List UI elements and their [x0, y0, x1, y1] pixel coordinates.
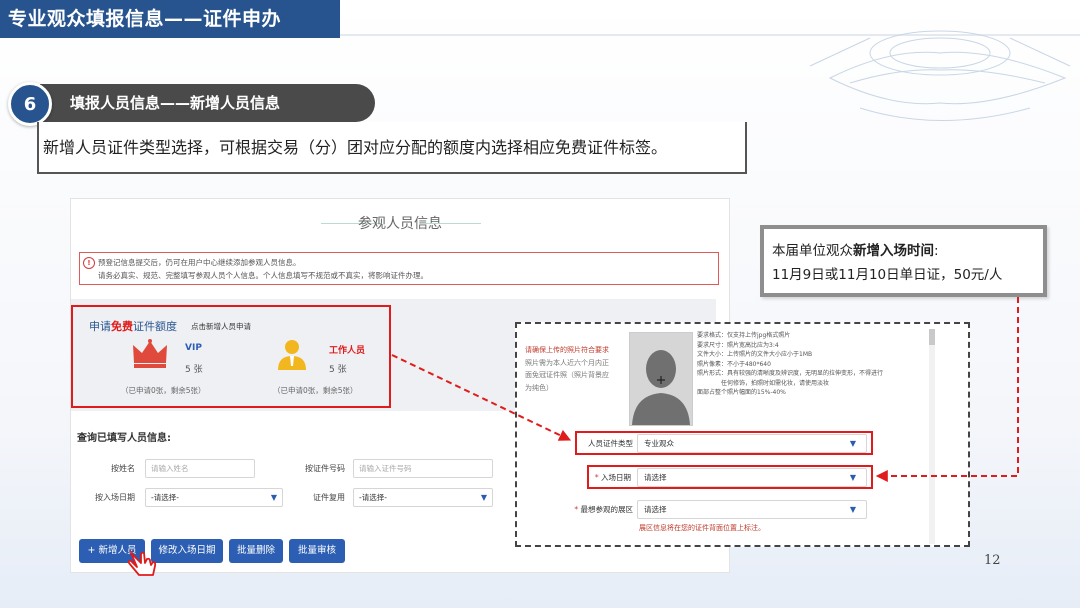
required-mark: *: [574, 505, 579, 514]
free-quota-box: 申请免费证件额度 点击新增人员申请 VIP 5 张 （已申请0张，剩余5张） 工…: [71, 305, 391, 408]
name-filter-input[interactable]: 请输入姓名: [145, 459, 255, 478]
caret-down-icon: ▼: [849, 473, 856, 482]
hand-pointer-icon: [127, 551, 157, 576]
area-select[interactable]: 请选择 ▼: [637, 500, 867, 519]
bulk-review-button[interactable]: 批量审核: [289, 539, 345, 563]
photo-requirements: 要求格式：仅支持上传jpg格式照片 要求尺寸：照片宽高比应为3:4 文件大小：上…: [697, 331, 937, 398]
notice-box: ! 预登记信息提交后，仍可在用户中心继续添加参观人员信息。 请务必真实、规范、完…: [79, 252, 719, 285]
step-number-badge: 6: [8, 82, 52, 126]
photo-req-form: 照片形式：具有较强的清晰度及辨识度，无明显的拉伸变形，不得进行: [697, 370, 884, 377]
staff-count: 5 张: [329, 365, 347, 375]
quota-title-suffix: 证件额度: [133, 320, 177, 333]
callout-line-2: 11月9日或11月10日单日证，50元/人: [772, 267, 1003, 283]
add-person-form-popup: 请确保上传的照片符合要求 照片需为本人近六个月内正 面免冠证件照（照片背景应 为…: [515, 322, 970, 547]
photo-req-pixels: 照片像素：不小于480*640: [697, 360, 771, 368]
title-rule-right: [421, 223, 481, 224]
search-section-title: 查询已填写人员信息:: [77, 433, 171, 444]
exclamation-icon: !: [83, 257, 95, 269]
date-filter-label: 按入场日期: [95, 493, 135, 502]
area-label-text: 最想参观的展区: [580, 505, 634, 514]
notice-line-2: 请务必真实、规范、完整填写参观人员个人信息。个人信息填写不规范或不真实，将影响证…: [98, 271, 428, 280]
quota-title-highlight: 免费: [111, 320, 133, 333]
panel-title: 参观人员信息: [358, 216, 442, 232]
person-silhouette-icon: [630, 333, 692, 425]
photo-req-ratio: 要求尺寸：照片宽高比应为3:4: [697, 341, 779, 349]
vip-label: VIP: [185, 343, 202, 353]
quota-title-prefix: 申请: [89, 320, 111, 333]
staff-label: 工作人员: [329, 346, 366, 356]
photo-req-form-cont: 任何修饰，拍照时如需化妆，请使用淡妆: [721, 379, 830, 387]
callout-line-1-suffix: :: [934, 243, 939, 259]
photo-req-format: 要求格式：仅支持上传jpg格式照片: [697, 332, 791, 339]
photo-warn-line-4: 为纯色）: [525, 383, 553, 392]
reuse-filter-select[interactable]: -请选择- ▼: [353, 488, 493, 507]
reuse-filter-label: 证件复用: [313, 493, 345, 502]
name-filter-label: 按姓名: [111, 464, 135, 473]
staff-person-icon: [278, 340, 306, 370]
id-type-label: 人员证件类型: [588, 439, 633, 448]
photo-upload-area[interactable]: [629, 332, 693, 426]
quota-title: 申请免费证件额度: [89, 318, 177, 334]
caret-down-icon: ▼: [849, 505, 856, 514]
date-filter-select[interactable]: -请选择- ▼: [145, 488, 283, 507]
area-label: * 最想参观的展区: [557, 504, 633, 515]
caret-down-icon: ▼: [849, 439, 856, 448]
reuse-filter-value: -请选择-: [359, 493, 387, 502]
caret-down-icon: ▼: [480, 493, 487, 502]
photo-warn-line-3: 面免冠证件照（照片背景应: [525, 371, 609, 379]
staff-usage: （已申请0张，剩余5张）: [273, 386, 358, 395]
id-type-value: 专业观众: [644, 439, 674, 448]
popup-scrollbar-thumb[interactable]: [929, 329, 935, 345]
required-mark: *: [594, 473, 599, 482]
bulk-delete-button[interactable]: 批量删除: [229, 539, 283, 563]
crown-icon: [133, 339, 167, 368]
photo-req-size: 文件大小：上传照片的文件大小应小于1MB: [697, 351, 813, 358]
idno-filter-input[interactable]: 请输入证件号码: [353, 459, 493, 478]
area-value: 请选择: [644, 505, 667, 514]
step-description: 新增人员证件类型选择，可根据交易（分）团对应分配的额度内选择相应免费证件标签。: [37, 122, 747, 174]
entry-date-label-text: 入场日期: [601, 473, 631, 482]
slide-title: 专业观众填报信息——证件申办: [0, 0, 340, 38]
area-note: 展区信息将在您的证件背面位置上标注。: [639, 524, 765, 532]
photo-warn-line-2: 照片需为本人近六个月内正: [525, 358, 609, 367]
vip-count: 5 张: [185, 365, 203, 375]
page-number: 12: [984, 553, 1001, 568]
vip-usage: （已申请0张，剩余5张）: [121, 386, 206, 395]
photo-warn-line-1: 请确保上传的照片符合要求: [525, 346, 609, 354]
photo-req-face: 面部占整个照片幅面的15%-40%: [697, 389, 786, 396]
caret-down-icon: ▼: [270, 493, 277, 502]
step-title: 填报人员信息——新增人员信息: [70, 94, 281, 112]
notice-line-1: 预登记信息提交后，仍可在用户中心继续添加参观人员信息。: [98, 258, 301, 267]
callout-line-1-bold: 新增入场时间: [853, 243, 934, 259]
entry-date-select[interactable]: 请选择 ▼: [637, 468, 867, 487]
entry-time-callout: 本届单位观众新增入场时间: 11月9日或11月10日单日证，50元/人: [760, 225, 1047, 297]
date-filter-value: -请选择-: [151, 493, 179, 502]
quota-hint: 点击新增人员申请: [191, 322, 251, 331]
photo-requirement-warning: 请确保上传的照片符合要求 照片需为本人近六个月内正 面免冠证件照（照片背景应 为…: [525, 344, 615, 394]
exhibition-building-decoration: [809, 30, 1071, 121]
step-title-bar: 填报人员信息——新增人员信息: [40, 84, 375, 122]
entry-date-label: * 入场日期: [589, 472, 631, 483]
popup-scrollbar[interactable]: [929, 329, 935, 544]
callout-line-1-prefix: 本届单位观众: [772, 243, 853, 259]
idno-filter-label: 按证件号码: [305, 464, 345, 473]
callout-line-1: 本届单位观众新增入场时间:: [772, 239, 1043, 263]
entry-date-value: 请选择: [644, 473, 667, 482]
id-type-select[interactable]: 专业观众 ▼: [637, 434, 867, 453]
